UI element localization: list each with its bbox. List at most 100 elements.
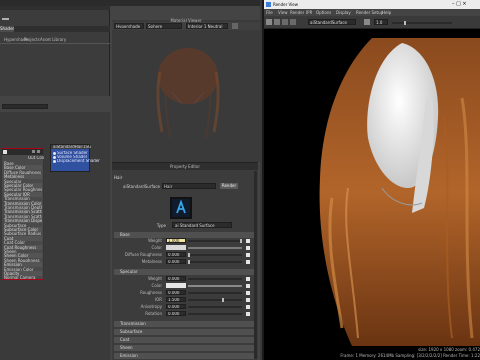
map-button-icon[interactable] xyxy=(246,291,250,295)
expand-icon[interactable] xyxy=(37,150,40,153)
spec-rotation-label: Rotation xyxy=(145,311,162,316)
port-icon[interactable] xyxy=(53,156,56,159)
section-subsurface[interactable]: Subsurface xyxy=(114,329,254,335)
spec-weight-label: Weight xyxy=(148,276,162,281)
diffuse-roughness-field[interactable]: 0.000 xyxy=(166,252,186,257)
metalness-field[interactable]: 0.000 xyxy=(166,259,186,264)
menu-help[interactable]: Help xyxy=(382,10,391,15)
map-button-icon[interactable] xyxy=(246,298,250,302)
menu-render[interactable]: Render xyxy=(290,10,304,15)
spec-color-slider[interactable] xyxy=(188,285,242,287)
map-button-icon[interactable] xyxy=(246,260,250,264)
hypershade-browser: Shader Hypershade Projects Asset Library xyxy=(0,6,110,96)
spec-ior-field[interactable]: 1.500 xyxy=(166,297,186,302)
type-field-label: aiStandardSurface xyxy=(123,184,160,189)
spec-ior-slider[interactable] xyxy=(188,299,242,301)
type-dropdown[interactable]: ai Standard Surface xyxy=(172,222,232,228)
menu-options[interactable]: Options xyxy=(316,10,331,15)
map-button-icon[interactable] xyxy=(246,253,250,257)
port-displacement-shader[interactable]: Displacement Shader xyxy=(57,159,100,163)
renderer-dropdown[interactable]: Hypershade xyxy=(114,23,144,29)
refresh-icon[interactable] xyxy=(282,19,288,25)
port-icon[interactable] xyxy=(53,160,56,163)
app-icon xyxy=(266,2,271,7)
diffuse-roughness-knob[interactable] xyxy=(188,253,190,257)
material-node-list: Out Color BaseBase ColorDiffuse Roughnes… xyxy=(1,148,44,280)
maya-main-window: Shader Hypershade Projects Asset Library… xyxy=(0,0,260,360)
property-editor: Property Editor Hair aiStandardSurface H… xyxy=(112,162,258,360)
render-icon[interactable] xyxy=(266,19,272,25)
property-editor-scrollbar[interactable] xyxy=(254,171,257,359)
map-button-icon[interactable] xyxy=(246,277,250,281)
base-weight-knob[interactable] xyxy=(240,239,242,243)
map-button-icon[interactable] xyxy=(246,239,250,243)
tab-shader[interactable]: Shader xyxy=(0,26,14,32)
node-attribute-row[interactable]: Normal Camera xyxy=(4,275,42,280)
section-coat[interactable]: Coat xyxy=(114,337,254,343)
type-label: Type xyxy=(156,223,166,228)
base-weight-label: Weight xyxy=(148,238,162,243)
exposure-knob[interactable] xyxy=(404,21,406,25)
material-viewer-toolbar: Hypershade Sphere Interior 1 Neutral xyxy=(112,22,260,30)
hypershade-tabbar xyxy=(0,26,110,32)
spec-rotation-field[interactable]: 0.000 xyxy=(166,311,186,316)
metalness-knob[interactable] xyxy=(188,260,190,264)
base-weight-slider[interactable] xyxy=(188,240,242,242)
base-weight-field[interactable]: 1.000 xyxy=(166,238,186,243)
environment-dropdown[interactable]: Interior 1 Neutral xyxy=(186,23,228,29)
menu-display[interactable]: Display xyxy=(336,10,351,15)
port-icon[interactable] xyxy=(53,152,56,155)
node-name-field[interactable]: Hair xyxy=(162,183,216,189)
spec-weight-slider[interactable] xyxy=(188,278,242,280)
material-viewer[interactable]: Material Viewer xyxy=(112,18,260,162)
snapshot-icon[interactable] xyxy=(290,19,296,25)
spec-weight-field[interactable]: 0.000 xyxy=(166,276,186,281)
menu-icon[interactable] xyxy=(2,18,9,20)
menu-view[interactable]: View xyxy=(278,10,288,15)
search-field[interactable] xyxy=(2,104,48,109)
camera-dropdown[interactable]: aiStandardSurface xyxy=(308,19,356,25)
section-sheen[interactable]: Sheen xyxy=(114,345,254,351)
tab-asset-library[interactable]: Asset Library xyxy=(40,37,66,42)
section-emission[interactable]: Emission xyxy=(114,353,254,359)
shading-group-node[interactable]: aiStandardHair1SG Surface Shader Volume … xyxy=(50,144,100,172)
diffuse-roughness-label: Diffuse Roughness xyxy=(124,252,162,257)
spec-color-swatch[interactable] xyxy=(166,283,186,288)
spec-color-label: Color xyxy=(151,283,162,288)
color-channel-icon[interactable] xyxy=(364,19,370,25)
spec-anisotropy-slider[interactable] xyxy=(188,306,242,308)
collapse-icon[interactable] xyxy=(32,150,35,153)
map-button-icon[interactable] xyxy=(246,305,250,309)
render-view-toolbar: aiStandardSurface 1.0 xyxy=(264,16,480,29)
spec-ior-knob[interactable] xyxy=(222,298,224,302)
spec-roughness-label: Roughness xyxy=(140,290,162,295)
spec-roughness-field[interactable]: 0.000 xyxy=(166,290,186,295)
base-color-slider[interactable] xyxy=(188,247,242,249)
section-transmission[interactable]: Transmission xyxy=(114,321,254,327)
zoom-field[interactable]: 1.0 xyxy=(374,19,388,25)
window-controls[interactable]: – □ × xyxy=(452,1,480,8)
node-tab-label[interactable]: Hair xyxy=(114,175,154,180)
diffuse-roughness-slider[interactable] xyxy=(188,254,242,256)
tab-projects[interactable]: Projects xyxy=(24,37,40,42)
spec-ior-label: IOR xyxy=(154,297,162,302)
menu-render-setup[interactable]: Render Setup xyxy=(356,10,383,15)
base-color-swatch[interactable] xyxy=(166,245,186,250)
shape-dropdown[interactable]: Sphere xyxy=(146,23,182,29)
map-button-icon[interactable] xyxy=(246,312,250,316)
menu-file[interactable]: File xyxy=(266,10,273,15)
map-button-icon[interactable] xyxy=(246,246,250,250)
exposure-slider[interactable] xyxy=(392,22,452,24)
rendered-image[interactable] xyxy=(312,38,480,346)
out-color-port[interactable]: Out Color xyxy=(28,156,44,160)
spec-rotation-slider[interactable] xyxy=(188,313,242,315)
refresh-icon[interactable] xyxy=(232,23,238,29)
ipr-icon[interactable] xyxy=(274,19,280,25)
spec-anisotropy-field[interactable]: 0.000 xyxy=(166,304,186,309)
spec-roughness-slider[interactable] xyxy=(188,292,242,294)
map-button-icon[interactable] xyxy=(246,284,250,288)
section-specular[interactable]: Specular xyxy=(114,269,254,275)
render-button[interactable]: Render xyxy=(220,183,238,189)
metalness-slider[interactable] xyxy=(188,261,242,263)
menu-ipr[interactable]: IPR xyxy=(306,10,312,15)
